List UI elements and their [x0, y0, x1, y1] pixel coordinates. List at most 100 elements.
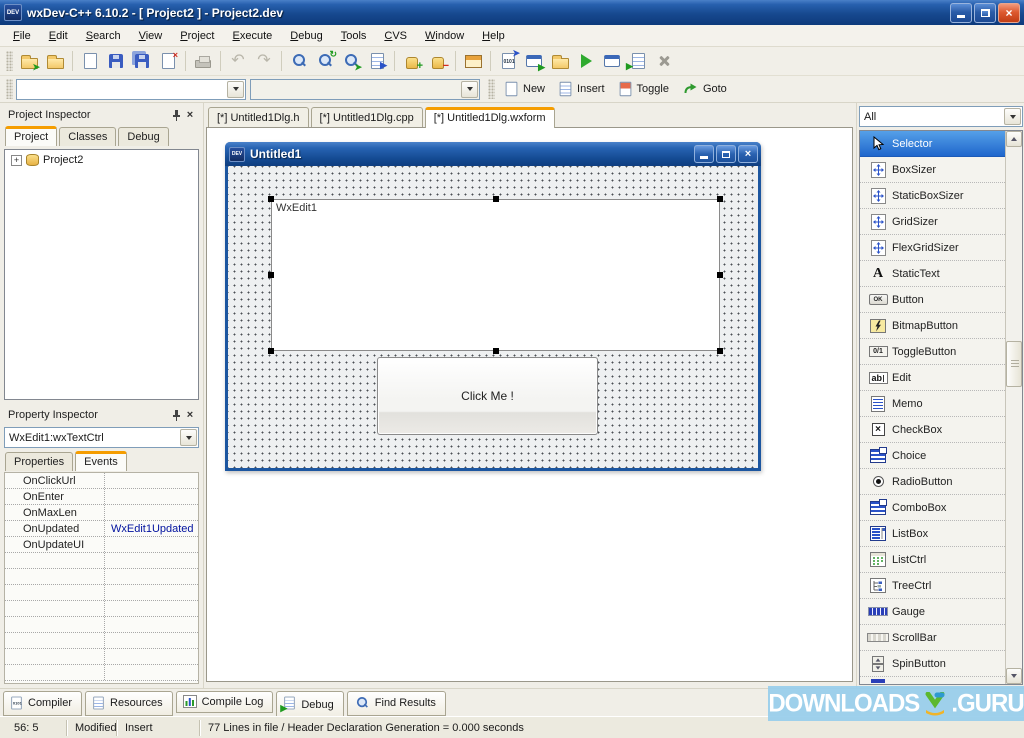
palette-item-selector[interactable]: Selector: [860, 131, 1005, 157]
goto-line-button[interactable]: ▶: [364, 49, 390, 73]
palette-item-boxsizer[interactable]: BoxSizer: [860, 157, 1005, 183]
save-button[interactable]: [103, 49, 129, 73]
class-combo[interactable]: [250, 78, 480, 100]
resize-handle[interactable]: [492, 348, 499, 354]
find-next-button[interactable]: ➤: [338, 49, 364, 73]
menu-debug[interactable]: Debug: [281, 26, 331, 46]
menu-search[interactable]: Search: [77, 26, 130, 46]
tab-debug[interactable]: Debug: [118, 127, 169, 146]
menu-execute[interactable]: Execute: [224, 26, 282, 46]
rerun-button[interactable]: [599, 49, 625, 73]
tab-debug-log[interactable]: ▶ Debug: [276, 691, 344, 719]
compile-run-button[interactable]: [547, 49, 573, 73]
palette-item-spinbutton[interactable]: SpinButton: [860, 651, 1005, 677]
palette-item-radiobutton[interactable]: RadioButton: [860, 469, 1005, 495]
resize-handle[interactable]: [492, 196, 499, 202]
close-file-button[interactable]: ×: [155, 49, 181, 73]
compiler-combo[interactable]: [16, 78, 246, 100]
designer-close-button[interactable]: ×: [738, 145, 758, 163]
scroll-down-button[interactable]: [1006, 668, 1022, 684]
tree-item-project2[interactable]: + Project2: [5, 150, 198, 166]
editor-tab-cpp[interactable]: [*] Untitled1Dlg.cpp: [310, 107, 423, 128]
find-button[interactable]: [286, 49, 312, 73]
menu-project[interactable]: Project: [171, 26, 223, 46]
palette-item-partial[interactable]: [860, 677, 1005, 683]
tab-compiler[interactable]: 0101 Compiler: [3, 691, 83, 716]
pin-icon[interactable]: [169, 108, 183, 122]
event-row[interactable]: OnUpdateUI: [5, 537, 198, 553]
event-row[interactable]: OnClickUrl: [5, 473, 198, 489]
tab-compile-log[interactable]: Compile Log: [175, 691, 274, 713]
toolbar-grip[interactable]: [488, 79, 495, 99]
editor-tab-wxform[interactable]: [*] Untitled1Dlg.wxform: [424, 107, 555, 128]
run-execute-button[interactable]: [573, 49, 599, 73]
redo-button[interactable]: ↷: [251, 49, 277, 73]
palette-item-flexgridsizer[interactable]: FlexGridSizer: [860, 235, 1005, 261]
save-all-button[interactable]: [129, 49, 155, 73]
palette-item-choice[interactable]: Choice: [860, 443, 1005, 469]
insert-button[interactable]: Insert: [552, 78, 612, 101]
replace-button[interactable]: ↻: [312, 49, 338, 73]
compile-button[interactable]: 0101 ➤: [495, 49, 521, 73]
menu-window[interactable]: Window: [416, 26, 473, 46]
close-button[interactable]: ×: [998, 2, 1020, 23]
open-project-button[interactable]: ➤: [16, 49, 42, 73]
designer-window[interactable]: DEV Untitled1 × WxEdit1 Click Me !: [225, 142, 761, 471]
tab-find-results[interactable]: Find Results: [346, 691, 446, 716]
resize-handle[interactable]: [717, 272, 723, 278]
event-row[interactable]: OnMaxLen: [5, 505, 198, 521]
palette-item-listbox[interactable]: ListBox: [860, 521, 1005, 547]
designer-maximize-button[interactable]: [716, 145, 736, 163]
print-button[interactable]: [190, 49, 216, 73]
tab-classes[interactable]: Classes: [59, 127, 117, 146]
undo-button[interactable]: ↶: [225, 49, 251, 73]
designer-form-body[interactable]: WxEdit1 Click Me !: [228, 166, 758, 468]
palette-item-gridsizer[interactable]: GridSizer: [860, 209, 1005, 235]
scrollbar-thumb[interactable]: [1006, 341, 1022, 387]
palette-item-memo[interactable]: Memo: [860, 391, 1005, 417]
tab-events[interactable]: Events: [75, 451, 127, 471]
goto-button[interactable]: Goto: [676, 78, 734, 101]
resize-handle[interactable]: [717, 348, 723, 354]
palette-item-combobox[interactable]: ComboBox: [860, 495, 1005, 521]
form-designer-canvas[interactable]: DEV Untitled1 × WxEdit1 Click Me !: [206, 127, 853, 682]
resize-handle[interactable]: [717, 196, 723, 202]
debug-run-button[interactable]: ▶: [625, 49, 651, 73]
menu-file[interactable]: File: [4, 26, 40, 46]
palette-item-togglebutton[interactable]: 0/1 ToggleButton: [860, 339, 1005, 365]
wxedit-textctrl[interactable]: WxEdit1: [268, 196, 723, 354]
tab-properties[interactable]: Properties: [5, 452, 74, 471]
menu-view[interactable]: View: [130, 26, 172, 46]
abort-button[interactable]: [651, 49, 677, 73]
compiler-combo-arrow[interactable]: [227, 80, 244, 98]
palette-item-bitmapbutton[interactable]: BitmapButton: [860, 313, 1005, 339]
palette-filter-combo[interactable]: All: [859, 106, 1023, 127]
project-options-button[interactable]: [460, 49, 486, 73]
object-selector-combo[interactable]: WxEdit1:wxTextCtrl: [4, 427, 199, 448]
palette-item-treectrl[interactable]: TreeCtrl: [860, 573, 1005, 599]
resize-handle[interactable]: [268, 272, 274, 278]
toolbar-grip[interactable]: [6, 51, 13, 71]
palette-scrollbar[interactable]: [1005, 131, 1022, 684]
resize-handle[interactable]: [268, 196, 274, 202]
event-row[interactable]: OnUpdated WxEdit1Updated: [5, 521, 198, 537]
wxbutton-clickme[interactable]: Click Me !: [377, 357, 598, 435]
close-panel-icon[interactable]: ×: [183, 408, 197, 422]
remove-from-project-button[interactable]: −: [425, 49, 451, 73]
tab-project[interactable]: Project: [5, 126, 58, 146]
scroll-up-button[interactable]: [1006, 131, 1022, 147]
palette-item-scrollbar[interactable]: ScrollBar: [860, 625, 1005, 651]
editor-tab-h[interactable]: [*] Untitled1Dlg.h: [208, 107, 309, 128]
palette-filter-arrow[interactable]: [1004, 108, 1021, 125]
toggle-button[interactable]: Toggle: [612, 78, 676, 101]
menu-edit[interactable]: Edit: [40, 26, 77, 46]
open-file-button[interactable]: [42, 49, 68, 73]
tree-expander[interactable]: +: [11, 154, 22, 166]
palette-item-gauge[interactable]: Gauge: [860, 599, 1005, 625]
palette-item-statictext[interactable]: A StaticText: [860, 261, 1005, 287]
object-selector-arrow[interactable]: [180, 429, 197, 446]
add-to-project-button[interactable]: +: [399, 49, 425, 73]
restore-button[interactable]: [974, 2, 996, 23]
event-row[interactable]: OnEnter: [5, 489, 198, 505]
new-class-button[interactable]: New: [498, 78, 552, 101]
